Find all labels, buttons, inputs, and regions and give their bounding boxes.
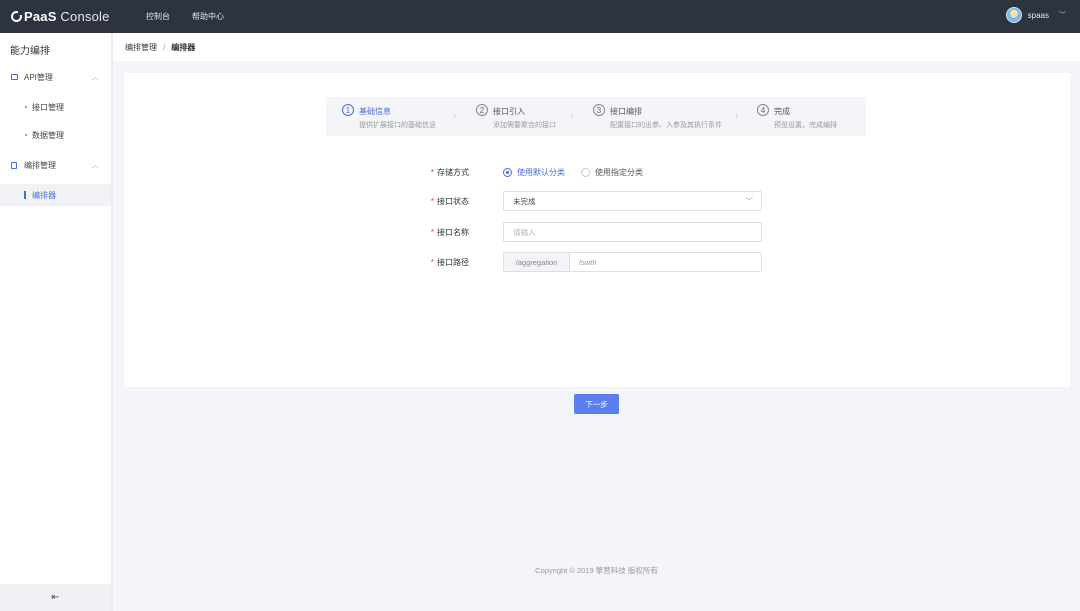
form-row-path: * 接口路径 /aggregation /swth (124, 251, 1070, 273)
user-name[interactable]: spaas (1028, 11, 1049, 20)
step-number: 3 (593, 104, 605, 116)
form-card: 1 基础信息 提供扩展接口的基础信息 › 2 接口引入 添加需要聚合的接口 › … (124, 73, 1070, 387)
sidebar-item-orchestrator[interactable]: 编排器 (0, 184, 111, 206)
steps-bar: 1 基础信息 提供扩展接口的基础信息 › 2 接口引入 添加需要聚合的接口 › … (326, 97, 866, 136)
path-value[interactable]: /swth (570, 253, 597, 271)
step-title: 完成 (774, 107, 790, 116)
bullet-icon (25, 134, 27, 136)
app-logo[interactable]: PaaS Console (11, 9, 110, 24)
step-title: 基础信息 (359, 107, 391, 116)
step-number: 4 (757, 104, 769, 116)
step-basic-info: 1 基础信息 提供扩展接口的基础信息 › (326, 97, 456, 136)
step-desc: 添加需要聚合的接口 (493, 122, 556, 129)
active-indicator (24, 191, 26, 199)
chevron-up-icon[interactable]: ︿ (92, 72, 99, 82)
top-nav: 控制台 帮助中心 (146, 11, 224, 22)
step-number: 2 (476, 104, 488, 116)
status-select-value: 未完成 (513, 196, 536, 206)
step-complete: 4 完成 预览设置，完成编排 (741, 97, 861, 136)
sidebar-group-label: 编排管理 (24, 160, 56, 170)
radio-unchecked-icon[interactable] (581, 167, 590, 177)
avatar[interactable] (1005, 7, 1022, 23)
step-title: 接口引入 (493, 107, 525, 116)
sidebar-item-data[interactable]: 数据管理 (0, 124, 111, 146)
breadcrumb: 编排管理 / 编排器 (113, 33, 1080, 61)
step-desc: 提供扩展接口的基础信息 (359, 122, 436, 129)
sidebar-group-label: API管理 (24, 72, 53, 82)
nav-help-center[interactable]: 帮助中心 (192, 11, 224, 22)
name-label: * 接口名称 (430, 227, 469, 237)
sidebar-item-interface[interactable]: 接口管理 (0, 96, 111, 118)
next-step-button[interactable]: 下一步 (574, 394, 619, 414)
chevron-down-icon[interactable]: ﹀ (1059, 10, 1066, 20)
bullet-icon (25, 106, 27, 108)
step-interface-import: 2 接口引入 添加需要聚合的接口 › (460, 97, 576, 136)
radio-specified-category[interactable]: 使用指定分类 (581, 167, 643, 178)
storage-label: * 存储方式 (430, 167, 469, 177)
interface-path-input[interactable]: /aggregation /swth (503, 252, 762, 272)
menu-fold-icon: ⇤ (51, 592, 60, 603)
user-menu[interactable]: spaas ﹀ (1005, 7, 1066, 23)
sidebar-title: 能力编排 (10, 46, 50, 57)
chevron-right-icon: › (735, 110, 739, 121)
breadcrumb-parent[interactable]: 编排管理 (125, 42, 157, 53)
form-row-status: * 接口状态 未完成 ﹀ (124, 190, 1070, 212)
collapse-sidebar-button[interactable]: ⇤ (0, 584, 111, 611)
step-desc: 预览设置，完成编排 (774, 122, 837, 129)
step-title: 接口编排 (610, 107, 642, 116)
storage-radio-group: 使用默认分类 使用指定分类 (503, 167, 643, 178)
breadcrumb-current: 编排器 (171, 42, 196, 52)
sidebar-group-api[interactable]: API管理 ︿ (0, 66, 111, 88)
step-desc: 配置接口的出参、入参及其执行条件 (610, 122, 722, 129)
api-icon (11, 74, 18, 80)
chevron-right-icon: › (453, 110, 457, 121)
logo-icon (11, 11, 22, 22)
sidebar-item-label: 数据管理 (32, 130, 64, 140)
sidebar-group-orchestration[interactable]: 编排管理 ︿ (0, 154, 111, 176)
breadcrumb-separator: / (163, 42, 166, 52)
nav-console[interactable]: 控制台 (146, 11, 170, 22)
radio-checked-icon[interactable] (503, 167, 512, 177)
app-title: PaaS Console (24, 9, 110, 24)
step-number: 1 (342, 104, 354, 116)
chevron-right-icon: › (570, 110, 574, 121)
document-icon (11, 161, 17, 169)
status-select[interactable]: 未完成 ﹀ (503, 191, 762, 211)
interface-name-input[interactable]: 请输入 (503, 222, 762, 242)
copyright: Copyright © 2019 擎营科技 版权所有 (535, 566, 658, 575)
step-interface-orchestration: 3 接口编排 配置接口的出参、入参及其执行条件 › (577, 97, 743, 136)
status-label: * 接口状态 (430, 196, 469, 206)
sidebar-item-label: 接口管理 (32, 102, 64, 112)
sidebar-item-label: 编排器 (32, 190, 56, 200)
sidebar: 能力编排 API管理 ︿ 接口管理 数据管理 编排管理 ︿ 编排器 ⇤ (0, 33, 113, 611)
chevron-down-icon[interactable]: ﹀ (745, 196, 753, 207)
form-row-storage: * 存储方式 使用默认分类 使用指定分类 (124, 161, 1070, 183)
top-bar: PaaS Console 控制台 帮助中心 spaas ﹀ (0, 0, 1080, 33)
radio-default-category[interactable]: 使用默认分类 (503, 167, 565, 178)
chevron-up-icon[interactable]: ︿ (92, 160, 99, 170)
form-row-name: * 接口名称 请输入 (124, 221, 1070, 243)
path-prefix: /aggregation (504, 253, 570, 271)
path-label: * 接口路径 (430, 257, 469, 267)
